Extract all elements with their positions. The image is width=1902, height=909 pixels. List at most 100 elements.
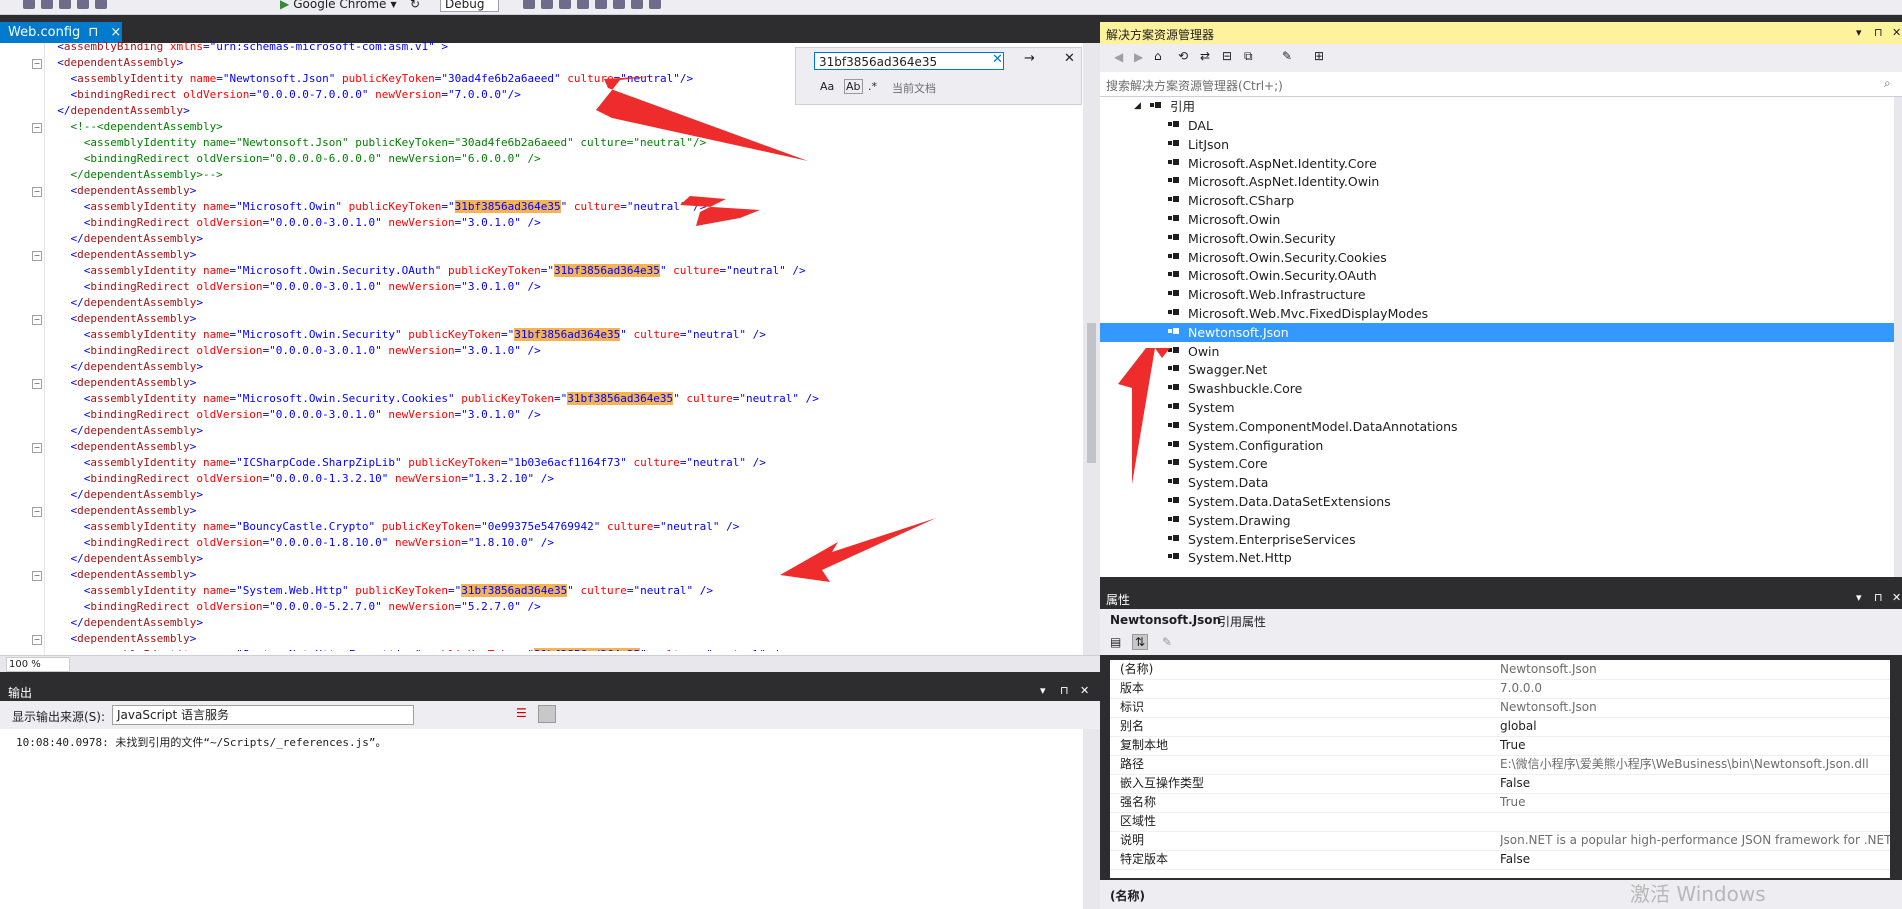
back-icon[interactable] [23, 0, 35, 9]
solution-tree[interactable]: ◢ 引用 DAL LitJson Microsoft.AspNet.Identity… [1100, 97, 1894, 577]
code-line[interactable]: </dependentAssembly> [44, 551, 1084, 567]
property-value[interactable]: global [1500, 717, 1890, 736]
code-line[interactable]: <bindingRedirect oldVersion="0.0.0.0-1.8… [44, 535, 1084, 551]
categorized-icon[interactable]: ▤ [1110, 635, 1121, 649]
code-line[interactable]: </dependentAssembly> [44, 423, 1084, 439]
close-icon[interactable]: ✕ [1892, 26, 1901, 39]
collapse-all-icon[interactable]: ⊟ [1222, 49, 1232, 63]
sync-icon[interactable]: ⟲ [1178, 49, 1188, 63]
tree-item-reference[interactable]: System.Drawing [1100, 511, 1894, 530]
code-line[interactable]: <assemblyIdentity name="BouncyCastle.Cry… [44, 519, 1084, 535]
pin-icon[interactable]: ⊓ [1874, 26, 1883, 39]
forward-icon[interactable]: ▶ [1134, 50, 1143, 64]
property-row[interactable]: 别名 global [1110, 717, 1890, 737]
property-row[interactable]: 复制本地 True [1110, 736, 1890, 756]
property-value[interactable]: True [1500, 736, 1890, 755]
code-line[interactable]: <bindingRedirect oldVersion="0.0.0.0-3.0… [44, 215, 1084, 231]
class-view-icon[interactable]: ⊞ [1314, 49, 1324, 63]
match-word-toggle[interactable]: Ab [844, 79, 863, 94]
tree-item-reference[interactable]: System.Data [1100, 473, 1894, 492]
code-line[interactable]: <bindingRedirect oldVersion="0.0.0.0-1.3… [44, 471, 1084, 487]
solution-explorer-scrollbar[interactable] [1894, 97, 1902, 577]
property-row[interactable]: 说明 Json.NET is a popular high-performance… [1110, 831, 1890, 851]
tree-item-reference[interactable]: Swashbuckle.Core [1100, 379, 1894, 398]
alphabetical-icon[interactable]: ⇅ [1132, 634, 1149, 650]
tree-item-reference[interactable]: System.Configuration [1100, 436, 1894, 455]
tree-item-reference[interactable]: Microsoft.Owin.Security [1100, 229, 1894, 248]
code-line[interactable]: <dependentAssembly> [44, 247, 1084, 263]
properties-icon[interactable]: ✎ [1282, 49, 1292, 63]
code-line[interactable]: <dependentAssembly> [44, 503, 1084, 519]
zoom-select[interactable]: 100 % [6, 657, 70, 672]
close-icon[interactable]: ✕ [1892, 591, 1901, 604]
tree-item-reference[interactable]: Swagger.Net [1100, 360, 1894, 379]
code-line[interactable]: <dependentAssembly> [44, 439, 1084, 455]
dropdown-arrow-icon[interactable]: ▾ [1856, 591, 1862, 604]
tree-item-reference[interactable]: Microsoft.AspNet.Identity.Owin [1100, 172, 1894, 191]
output-source-select[interactable]: JavaScript 语言服务 [112, 705, 414, 725]
tree-item-reference[interactable]: System.Net.Http [1100, 548, 1894, 567]
tree-item-reference[interactable]: System.Data.DataSetExtensions [1100, 492, 1894, 511]
output-log[interactable]: 10:08:40.0978: 未找到引用的文件“~/Scripts/_refer… [0, 729, 1083, 909]
tree-item-reference[interactable]: System [1100, 398, 1894, 417]
search-icon[interactable]: ⌕ [1884, 76, 1891, 91]
code-line[interactable]: <assemblyIdentity name="Newtonsoft.Json"… [44, 135, 1084, 151]
bookmark-next-icon[interactable] [613, 0, 625, 9]
tree-node-references[interactable]: ◢ 引用 [1100, 97, 1894, 116]
tree-item-reference[interactable]: DAL [1100, 116, 1894, 135]
code-line[interactable]: <assemblyIdentity name="Microsoft.Owin.S… [44, 391, 1084, 407]
property-row[interactable]: (名称) Newtonsoft.Json [1110, 660, 1890, 680]
refresh-icon[interactable]: ⇄ [1200, 49, 1210, 63]
code-line[interactable]: <assemblyIdentity name="System.Web.Http"… [44, 583, 1084, 599]
search-input[interactable]: 搜索解决方案资源管理器(Ctrl+;) [1106, 77, 1283, 94]
fold-toggle[interactable]: − [32, 379, 42, 389]
bookmark-icon[interactable] [595, 0, 607, 9]
code-line[interactable]: <bindingRedirect oldVersion="0.0.0.0-5.2… [44, 599, 1084, 615]
code-line[interactable]: <dependentAssembly> [44, 567, 1084, 583]
pin-icon[interactable]: ⊓ [1874, 591, 1883, 604]
solution-explorer-search[interactable]: 搜索解决方案资源管理器(Ctrl+;) ⌕ [1100, 72, 1902, 97]
code-line[interactable]: </dependentAssembly> [44, 231, 1084, 247]
output-scrollbar[interactable] [1083, 729, 1100, 909]
fold-toggle[interactable]: − [32, 507, 42, 517]
fold-toggle[interactable]: − [32, 571, 42, 581]
fold-toggle[interactable]: − [32, 635, 42, 645]
tree-item-reference[interactable]: System.Core [1100, 454, 1894, 473]
code-line[interactable]: <assemblyIdentity name="Microsoft.Owin.S… [44, 263, 1084, 279]
code-line[interactable]: <assemblyIdentity name="Microsoft.Owin.S… [44, 327, 1084, 343]
tree-item-reference[interactable]: Newtonsoft.Json [1100, 322, 1894, 342]
code-line[interactable]: </dependentAssembly> [44, 359, 1084, 375]
code-line[interactable]: <dependentAssembly> [44, 375, 1084, 391]
run-button[interactable]: ▶ Google Chrome ▼ [280, 0, 397, 12]
regex-toggle[interactable]: .* [868, 80, 877, 93]
code-line[interactable]: </dependentAssembly> [44, 487, 1084, 503]
refresh-icon[interactable]: ↻ [410, 0, 420, 12]
tree-item-reference[interactable]: Microsoft.Web.Mvc.FixedDisplayModes [1100, 304, 1894, 323]
property-grid[interactable]: (名称) Newtonsoft.Json 版本 7.0.0.0 标识 Newtonsoft… [1110, 660, 1890, 878]
tree-item-reference[interactable]: Microsoft.Owin.Security.Cookies [1100, 248, 1894, 267]
property-row[interactable]: 特定版本 False [1110, 850, 1890, 870]
dropdown-arrow-icon[interactable]: ▾ [1856, 26, 1862, 39]
fold-toggle[interactable]: − [32, 187, 42, 197]
save-icon[interactable] [41, 0, 53, 9]
property-pages-icon[interactable]: ✎ [1162, 635, 1172, 649]
property-row[interactable]: 路径 E:\微信小程序\爱美熊小程序\WeBusiness\bin\Newtons… [1110, 755, 1890, 775]
outdent-icon[interactable] [577, 0, 589, 9]
editor-horizontal-scrollbar[interactable] [0, 655, 1100, 672]
code-line[interactable]: <assemblyIdentity name="ICSharpCode.Shar… [44, 455, 1084, 471]
property-row[interactable]: 强名称 True [1110, 793, 1890, 813]
undo-icon[interactable] [77, 0, 89, 9]
fold-toggle[interactable]: − [32, 59, 42, 69]
show-all-files-icon[interactable]: ⧉ [1244, 49, 1253, 64]
clear-search-icon[interactable]: ✕ [992, 52, 1003, 67]
redo-icon[interactable] [95, 0, 107, 9]
find-icon[interactable] [523, 0, 535, 9]
back-icon[interactable]: ◀ [1114, 50, 1123, 64]
code-line[interactable]: </dependentAssembly> [44, 295, 1084, 311]
tree-item-reference[interactable]: Microsoft.Web.Infrastructure [1100, 285, 1894, 304]
tree-item-reference[interactable]: System.EnterpriseServices [1100, 530, 1894, 549]
fold-toggle[interactable]: − [32, 315, 42, 325]
expand-arrow-icon[interactable]: ◢ [1134, 97, 1141, 116]
property-value[interactable]: False [1500, 850, 1890, 869]
code-line[interactable]: <bindingRedirect oldVersion="0.0.0.0-6.0… [44, 151, 1084, 167]
